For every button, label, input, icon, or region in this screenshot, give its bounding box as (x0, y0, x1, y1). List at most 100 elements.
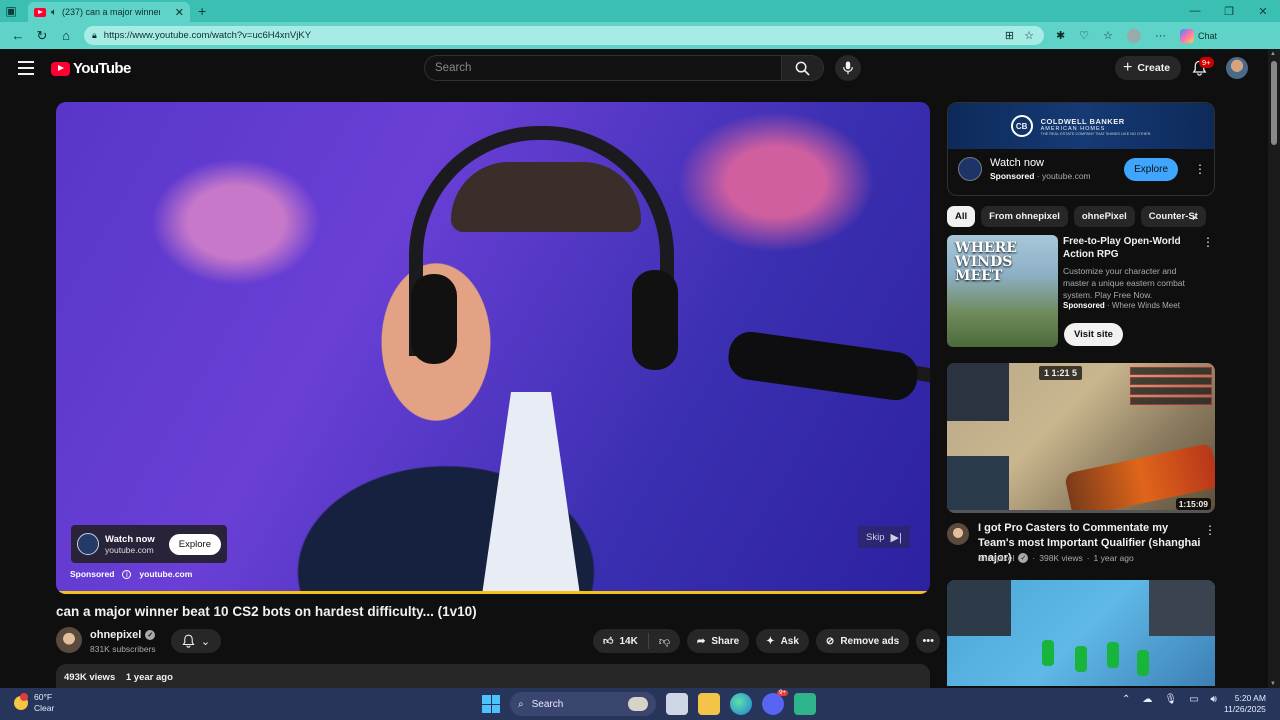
companion-ad-banner[interactable]: CB COLDWELL BANKER AMERICAN HOMES THE RE… (948, 103, 1214, 149)
more-actions-button[interactable]: ••• (916, 629, 941, 653)
close-tab-icon[interactable]: ✕ (175, 6, 184, 19)
taskbar-clock[interactable]: 5:20 AM 11/26/2025 (1224, 693, 1266, 715)
volume-icon[interactable]: 🔊︎ (1211, 694, 1217, 705)
companion-ad[interactable]: CB COLDWELL BANKER AMERICAN HOMES THE RE… (947, 102, 1215, 196)
ask-button[interactable]: ✦ Ask (756, 629, 809, 653)
plus-icon: + (1123, 59, 1133, 76)
promo-explore-button[interactable]: Explore (1124, 157, 1178, 181)
copilot-chat-button[interactable]: Chat (1179, 28, 1217, 43)
thumbnail-figure (1042, 640, 1054, 666)
browser-essentials-icon[interactable]: ♡ (1079, 29, 1089, 42)
close-window-icon[interactable]: ✕ (1246, 5, 1280, 18)
more-vertical-icon[interactable]: ⋮ (1204, 523, 1216, 537)
channel-avatar[interactable] (947, 523, 969, 545)
taskbar-search[interactable]: ⌕ Search (510, 692, 656, 716)
share-button[interactable]: ➦ Share (686, 629, 750, 653)
chip-from-channel[interactable]: From ohnepixel (981, 206, 1068, 227)
sponsored-title[interactable]: Free-to-Play Open-World Action RPG (1063, 235, 1199, 261)
task-view-icon[interactable] (666, 693, 688, 715)
sponsored-label: Sponsored (1063, 301, 1105, 310)
player-ad-card[interactable]: Watch now youtube.com Explore (71, 525, 227, 563)
channel-name-row[interactable]: ohnepixel ✓ (90, 629, 156, 641)
subscriber-count: 831K subscribers (90, 644, 156, 654)
maximize-icon[interactable]: ❐ (1212, 5, 1246, 18)
search-input[interactable] (424, 55, 782, 81)
ad-info-icon[interactable]: i (122, 569, 132, 579)
chip-ohnepixel[interactable]: ohnePixel (1073, 206, 1135, 227)
voice-search-button[interactable] (835, 55, 861, 81)
display-icon[interactable]: ▭ (1189, 694, 1198, 705)
microphone-icon[interactable]: 🎙︎ (1164, 694, 1177, 705)
skip-ad-button[interactable]: Skip ▶| (858, 526, 910, 548)
url-field[interactable]: 🔒︎ https://www.youtube.com/watch?v=uc6H4… (84, 26, 1044, 45)
scrollbar-thumb[interactable] (1271, 61, 1277, 145)
search-button[interactable] (782, 55, 824, 81)
recommended-video-thumbnail[interactable]: 1 1:21 5 1:15:09 (947, 363, 1215, 513)
remove-ads-button[interactable]: ⊘ Remove ads (815, 629, 910, 653)
sponsored-thumbnail[interactable]: WHERE WINDS MEET (947, 235, 1058, 347)
create-button[interactable]: + Create (1115, 56, 1182, 80)
edge-browser-icon[interactable] (730, 693, 752, 715)
chevron-right-icon[interactable]: › (1192, 210, 1196, 224)
settings-more-icon[interactable]: ··· (1155, 30, 1166, 42)
recommended-video-thumbnail[interactable] (947, 580, 1215, 686)
chevron-up-icon[interactable]: ⌃ (1122, 694, 1130, 705)
browser-tab[interactable]: 🔈︎ (237) can a major winner beat 10 CS2 … (28, 2, 190, 22)
chip-counter-strike[interactable]: Counter-St (1140, 206, 1206, 227)
visit-site-button[interactable]: Visit site (1064, 323, 1123, 346)
sponsored-label: Sponsored (70, 569, 115, 579)
app-available-icon[interactable]: ⊞ (1005, 29, 1014, 42)
extensions-icon[interactable]: ✱ (1056, 29, 1065, 42)
account-avatar[interactable] (1226, 57, 1248, 79)
like-button[interactable]: 👍︎ 14K (593, 633, 649, 649)
system-tray: ⌃ ☁ 🎙︎ ▭ 🔊︎ (1122, 694, 1217, 705)
page-scrollbar[interactable]: ▲ ▼ (1268, 49, 1280, 689)
create-label: Create (1137, 62, 1171, 74)
cloud-icon[interactable]: ☁ (1142, 694, 1152, 705)
thumbs-down-icon: 👎︎ (658, 635, 670, 648)
dislike-button[interactable]: 👎︎ (649, 635, 680, 648)
speaker-icon[interactable]: 🔈︎ (51, 7, 57, 18)
youtube-logo[interactable]: YouTube (51, 60, 131, 77)
sponsored-description: Customize your character and master a un… (1063, 266, 1185, 300)
chip-all[interactable]: All (947, 206, 976, 227)
minimize-icon[interactable]: — (1178, 5, 1212, 18)
more-vertical-icon[interactable]: ⋮ (1202, 235, 1214, 249)
weather-widget[interactable]: 60°F Clear (14, 692, 54, 714)
ad-progress-bar[interactable] (56, 591, 930, 594)
tab-title: (237) can a major winner beat 10 CS2 bot… (62, 7, 160, 17)
new-tab-icon[interactable]: + (198, 3, 206, 19)
scroll-up-icon[interactable]: ▲ (1270, 51, 1276, 57)
remove-ads-label: Remove ads (840, 635, 900, 647)
video-player[interactable]: Watch now youtube.com Explore Sponsored … (56, 102, 930, 594)
channel-avatar[interactable] (56, 627, 82, 653)
home-icon[interactable]: ⌂ (54, 24, 78, 48)
lock-icon[interactable]: 🔒︎ (92, 30, 97, 41)
like-dislike-group: 👍︎ 14K 👎︎ (593, 629, 680, 653)
chat-app-icon[interactable] (794, 693, 816, 715)
scroll-down-icon[interactable]: ▼ (1270, 681, 1276, 687)
windows-start-icon[interactable] (482, 695, 500, 713)
hamburger-menu-icon[interactable] (18, 61, 34, 75)
back-icon[interactable]: ← (6, 24, 30, 48)
weather-temp: 60°F (34, 692, 53, 702)
thumbnail-figure (1107, 642, 1119, 668)
thumbs-up-icon: 👍︎ (603, 636, 614, 647)
subscription-notifications-button[interactable]: ⌄ (171, 629, 221, 653)
favorite-star-icon[interactable]: ☆ (1024, 29, 1034, 42)
ad-explore-button[interactable]: Explore (168, 533, 221, 555)
recommended-channel[interactable]: ohnepixel (978, 553, 1014, 563)
refresh-icon[interactable]: ↻ (30, 24, 54, 48)
channel-name[interactable]: ohnepixel (90, 629, 141, 641)
file-explorer-icon[interactable] (698, 693, 720, 715)
sponsored-recommendation[interactable]: WHERE WINDS MEET Free-to-Play Open-World… (947, 235, 1215, 347)
ad-footer-domain[interactable]: youtube.com (139, 569, 192, 579)
view-count: 493K views (64, 672, 116, 683)
profile-avatar[interactable] (1126, 28, 1141, 43)
video-title: can a major winner beat 10 CS2 bots on h… (56, 604, 477, 619)
favorites-icon[interactable]: ☆ (1103, 29, 1113, 42)
promo-more-icon[interactable]: ⋮ (1194, 162, 1206, 176)
discord-icon[interactable]: 9+ (762, 690, 788, 715)
url-text[interactable]: https://www.youtube.com/watch?v=uc6H4xnV… (104, 30, 311, 41)
tab-actions-icon[interactable]: ▣ (0, 0, 22, 22)
